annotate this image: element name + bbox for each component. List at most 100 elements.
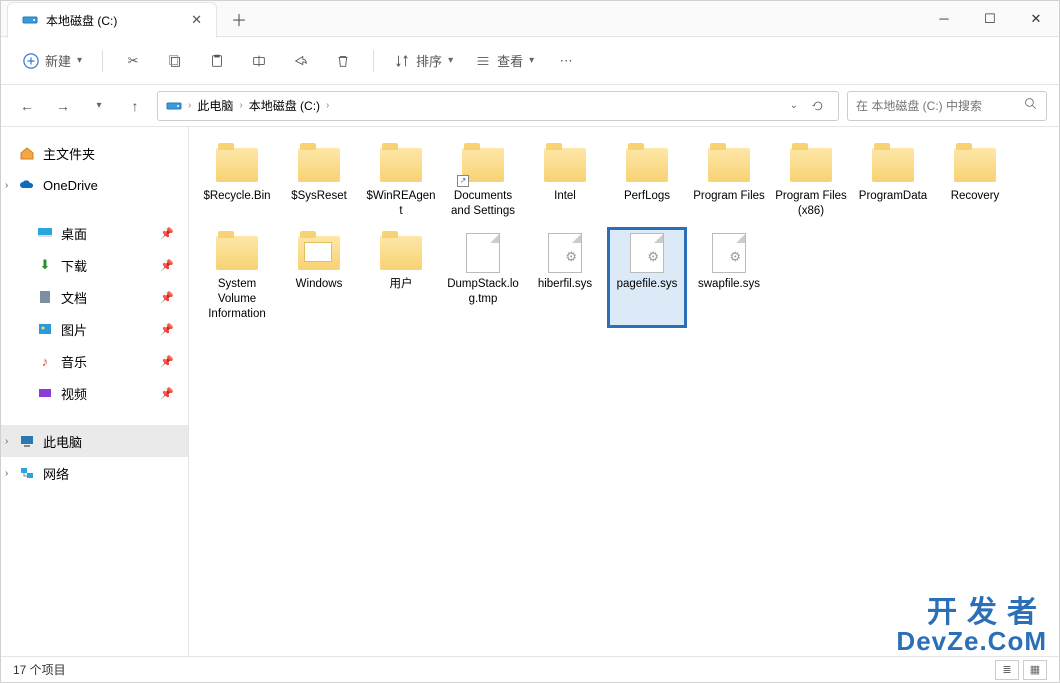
paste-button[interactable] xyxy=(199,45,235,77)
chevron-right-icon: › xyxy=(326,100,329,111)
file-item[interactable]: DumpStack.log.tmp xyxy=(445,229,521,326)
file-item[interactable]: ⚙ swapfile.sys xyxy=(691,229,767,326)
up-button[interactable]: ↑ xyxy=(121,92,149,120)
pin-icon: 📌 xyxy=(160,259,174,272)
view-button[interactable]: 查看 ▾ xyxy=(467,45,542,77)
chevron-right-icon[interactable]: › xyxy=(5,468,8,479)
rename-button[interactable] xyxy=(241,45,277,77)
minimize-button[interactable]: ─ xyxy=(921,1,967,37)
file-item[interactable]: Intel xyxy=(527,141,603,223)
file-item[interactable]: $Recycle.Bin xyxy=(199,141,275,223)
share-button[interactable] xyxy=(283,45,319,77)
chevron-down-icon: ▾ xyxy=(529,55,534,66)
sort-button[interactable]: 排序 ▾ xyxy=(386,45,461,77)
sidebar: 主文件夹 › OneDrive 桌面 📌 ⬇ 下载 📌 文档 📌 xyxy=(1,127,189,656)
file-item-label: Intel xyxy=(554,189,576,204)
chevron-right-icon[interactable]: › xyxy=(5,180,8,191)
gear-icon: ⚙ xyxy=(729,249,741,266)
pin-icon: 📌 xyxy=(160,387,174,400)
cloud-icon xyxy=(19,177,35,193)
file-item-label: pagefile.sys xyxy=(617,277,678,292)
file-item[interactable]: PerfLogs xyxy=(609,141,685,223)
forward-button[interactable]: → xyxy=(49,92,77,120)
tab-current[interactable]: 本地磁盘 (C:) ✕ xyxy=(7,2,217,38)
ellipsis-icon: ⋯ xyxy=(560,53,573,69)
separator xyxy=(102,50,103,72)
chevron-right-icon[interactable]: › xyxy=(5,436,8,447)
document-icon xyxy=(37,289,53,305)
statusbar: 17 个项目 ≣ ▦ xyxy=(1,656,1059,682)
pc-icon xyxy=(19,433,35,449)
address-field[interactable]: › 此电脑 › 本地磁盘 (C:) › ⌄ xyxy=(157,91,839,121)
file-item[interactable]: Program Files xyxy=(691,141,767,223)
file-item-label: Program Files xyxy=(693,189,765,204)
breadcrumb-root[interactable]: 此电脑 xyxy=(197,97,233,114)
back-button[interactable]: ← xyxy=(13,92,41,120)
sidebar-item-videos[interactable]: 视频 📌 xyxy=(1,377,188,409)
sidebar-item-pictures[interactable]: 图片 📌 xyxy=(1,313,188,345)
sidebar-item-desktop[interactable]: 桌面 📌 xyxy=(1,217,188,249)
close-button[interactable]: ✕ xyxy=(1013,1,1059,37)
new-tab-button[interactable]: ＋ xyxy=(231,7,247,31)
sidebar-item-music[interactable]: ♪ 音乐 📌 xyxy=(1,345,188,377)
sidebar-item-thispc[interactable]: › 此电脑 xyxy=(1,425,188,457)
gear-icon: ⚙ xyxy=(647,249,659,266)
sidebar-item-home[interactable]: 主文件夹 xyxy=(1,137,188,169)
recent-button[interactable]: ▾ xyxy=(85,92,113,120)
view-icons-button[interactable]: ▦ xyxy=(1023,660,1047,680)
file-item[interactable]: ⚙ pagefile.sys xyxy=(609,229,685,326)
file-item[interactable]: ⚙hiberfil.sys xyxy=(527,229,603,326)
search-input[interactable] xyxy=(856,99,1016,113)
copy-button[interactable] xyxy=(157,45,193,77)
sidebar-item-downloads[interactable]: ⬇ 下载 📌 xyxy=(1,249,188,281)
cut-button[interactable]: ✂ xyxy=(115,45,151,77)
delete-button[interactable] xyxy=(325,45,361,77)
maximize-button[interactable]: ☐ xyxy=(967,1,1013,37)
download-icon: ⬇ xyxy=(37,257,53,273)
sort-label: 排序 xyxy=(416,51,442,70)
chevron-right-icon: › xyxy=(188,100,191,111)
chevron-down-icon: ▾ xyxy=(77,55,82,66)
folder-icon xyxy=(377,233,425,273)
file-item[interactable]: ProgramData xyxy=(855,141,931,223)
sidebar-item-label: 文档 xyxy=(61,288,87,307)
file-item[interactable]: Program Files (x86) xyxy=(773,141,849,223)
sidebar-item-label: 网络 xyxy=(43,464,69,483)
file-item[interactable]: System Volume Information xyxy=(199,229,275,326)
folder-icon xyxy=(951,145,999,185)
search-icon[interactable] xyxy=(1024,97,1038,114)
sort-icon xyxy=(394,53,410,69)
file-item[interactable]: ↗Documents and Settings xyxy=(445,141,521,223)
file-item-label: $Recycle.Bin xyxy=(203,189,270,204)
file-icon: ⚙ xyxy=(623,233,671,273)
file-item[interactable]: Windows xyxy=(281,229,357,326)
breadcrumb-current[interactable]: 本地磁盘 (C:) xyxy=(249,97,320,114)
chevron-down-icon[interactable]: ⌄ xyxy=(790,100,798,111)
sidebar-item-onedrive[interactable]: › OneDrive xyxy=(1,169,188,201)
desktop-icon xyxy=(37,225,53,241)
folder-icon xyxy=(295,145,343,185)
content-area[interactable]: $Recycle.Bin $SysReset$WinREAgent↗Documen… xyxy=(189,127,1059,656)
folder-icon xyxy=(377,145,425,185)
address-bar: ← → ▾ ↑ › 此电脑 › 本地磁盘 (C:) › ⌄ xyxy=(1,85,1059,127)
sidebar-item-documents[interactable]: 文档 📌 xyxy=(1,281,188,313)
titlebar: 本地磁盘 (C:) ✕ ＋ ─ ☐ ✕ xyxy=(1,1,1059,37)
search-field[interactable] xyxy=(847,91,1047,121)
sidebar-item-network[interactable]: › 网络 xyxy=(1,457,188,489)
tab-close-button[interactable]: ✕ xyxy=(191,12,202,28)
file-item[interactable]: $SysReset xyxy=(281,141,357,223)
file-item[interactable]: 用户 xyxy=(363,229,439,326)
view-details-button[interactable]: ≣ xyxy=(995,660,1019,680)
more-button[interactable]: ⋯ xyxy=(548,45,584,77)
file-item[interactable]: Recovery xyxy=(937,141,1013,223)
refresh-button[interactable] xyxy=(806,94,830,118)
folder-icon xyxy=(787,145,835,185)
rename-icon xyxy=(251,53,267,69)
file-item[interactable]: $WinREAgent xyxy=(363,141,439,223)
toolbar: 新建 ▾ ✂ 排序 ▾ 查看 ▾ ⋯ xyxy=(1,37,1059,85)
folder-icon: ↗ xyxy=(459,145,507,185)
new-button[interactable]: 新建 ▾ xyxy=(15,45,90,77)
sidebar-item-label: 音乐 xyxy=(61,352,87,371)
folder-icon xyxy=(541,145,589,185)
file-item-label: swapfile.sys xyxy=(698,277,760,292)
